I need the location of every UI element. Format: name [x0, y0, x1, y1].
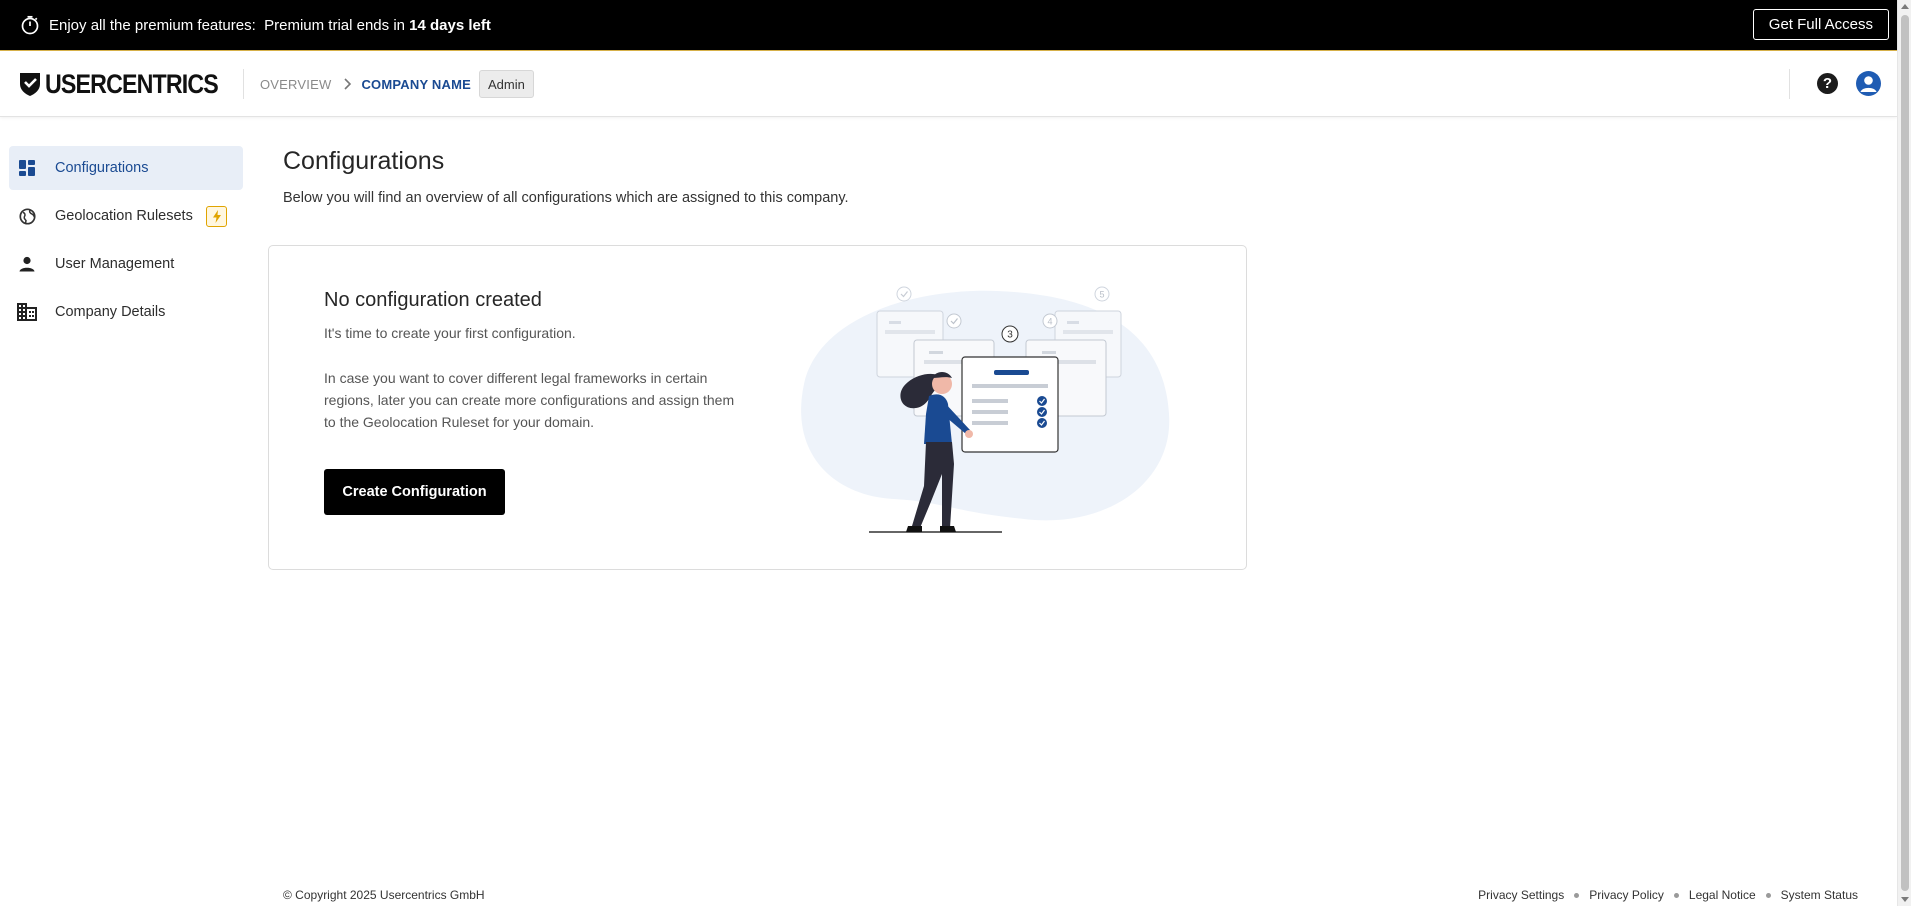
footer-link-legal-notice[interactable]: Legal Notice: [1689, 888, 1756, 902]
footer-link-system-status[interactable]: System Status: [1781, 888, 1858, 902]
sidebar-item-label: Company Details: [55, 304, 166, 320]
step-number-5: 5: [1099, 290, 1104, 300]
scroll-down-arrow-icon[interactable]: [1901, 897, 1909, 902]
footer-link-privacy-policy[interactable]: Privacy Policy: [1589, 888, 1664, 902]
header-divider: [243, 69, 244, 99]
footer-links: Privacy Settings Privacy Policy Legal No…: [1478, 888, 1858, 902]
breadcrumb-overview-link[interactable]: OVERVIEW: [260, 77, 331, 92]
create-configuration-button[interactable]: Create Configuration: [324, 469, 505, 515]
sidebar-item-label: Configurations: [55, 160, 149, 176]
person-icon: [17, 254, 37, 274]
empty-state-illustration: 5 4 3: [801, 286, 1170, 533]
trial-message-prefix: Enjoy all the premium features:: [49, 16, 256, 34]
footer-separator: [1765, 892, 1771, 898]
shield-logo-icon: [20, 73, 40, 96]
footer-copyright: © Copyright 2025 Usercentrics GmbH: [283, 888, 485, 902]
breadcrumb: OVERVIEW COMPANY NAME Admin: [260, 70, 534, 98]
sidebar-item-label: Geolocation Rulesets: [55, 208, 193, 224]
empty-state-paragraph: In case you want to cover different lega…: [324, 370, 735, 430]
logo-wordmark: USERCENTRICS: [45, 68, 219, 99]
footer-separator: [1673, 892, 1679, 898]
scroll-up-arrow-icon[interactable]: [1901, 4, 1909, 9]
header-divider-right: [1789, 69, 1790, 99]
scrollbar-thumb[interactable]: [1901, 15, 1909, 891]
trial-message-middle: Premium trial ends in: [264, 16, 405, 34]
trial-banner: Enjoy all the premium features: Premium …: [0, 0, 1897, 51]
sidebar-item-company-details[interactable]: Company Details: [9, 290, 243, 334]
chevron-right-icon: [344, 78, 352, 90]
dashboard-icon: [17, 158, 37, 178]
sidebar-item-configurations[interactable]: Configurations: [9, 146, 243, 190]
step-number-3: 3: [1007, 330, 1013, 341]
footer-link-privacy-settings[interactable]: Privacy Settings: [1478, 888, 1564, 902]
get-full-access-button[interactable]: Get Full Access: [1752, 9, 1889, 40]
premium-bolt-icon: [206, 206, 227, 227]
page-subtitle: Below you will find an overview of all c…: [283, 190, 849, 206]
breadcrumb-company[interactable]: COMPANY NAME: [361, 77, 471, 92]
role-badge: Admin: [478, 70, 534, 98]
top-header: USERCENTRICS OVERVIEW COMPANY NAME Admin…: [0, 51, 1897, 117]
page-title: Configurations: [283, 147, 445, 175]
stopwatch-icon: [19, 14, 41, 36]
footer-separator: [1574, 892, 1580, 898]
vertical-scrollbar[interactable]: [1897, 0, 1911, 906]
user-avatar-icon[interactable]: [1856, 71, 1881, 96]
sidebar-item-geolocation-rulesets[interactable]: Geolocation Rulesets: [9, 194, 243, 238]
empty-state-title: No configuration created: [324, 289, 542, 311]
trial-message: Enjoy all the premium features: Premium …: [49, 17, 491, 34]
trial-days-left: 14 days left: [409, 16, 491, 34]
usercentrics-logo[interactable]: USERCENTRICS: [18, 68, 246, 99]
sidebar-item-user-management[interactable]: User Management: [9, 242, 243, 286]
step-number-4: 4: [1047, 317, 1052, 327]
empty-state-card: No configuration created It's time to cr…: [268, 245, 1247, 570]
sidebar-item-label: User Management: [55, 256, 175, 272]
building-icon: [17, 302, 37, 322]
empty-state-line: It's time to create your first configura…: [324, 325, 576, 341]
help-icon[interactable]: ?: [1817, 73, 1838, 94]
globe-icon: [17, 206, 37, 226]
